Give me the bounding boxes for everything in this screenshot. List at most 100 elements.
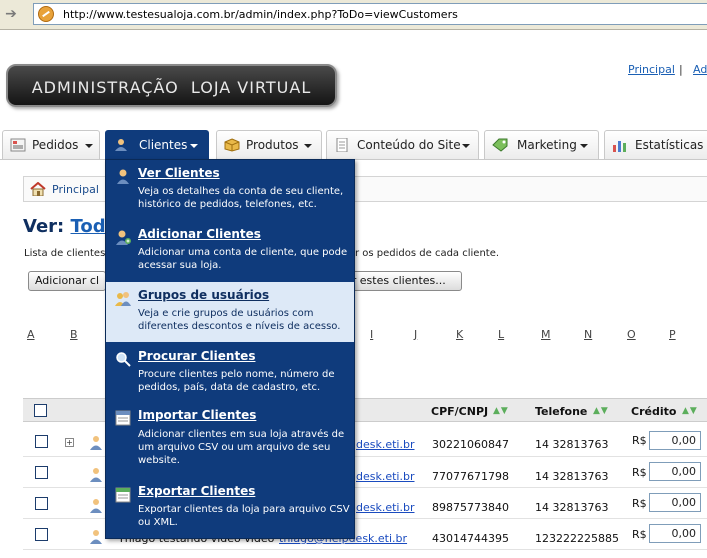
credit-input[interactable]: 0,00: [649, 462, 701, 481]
menu-item-importar-clientes[interactable]: Importar Clientes Adicionar clientes em …: [106, 404, 354, 478]
chevron-down-icon: [304, 144, 312, 148]
column-header-credit[interactable]: Crédito: [631, 405, 676, 418]
import-icon: [115, 410, 131, 426]
chevron-down-icon: [462, 144, 470, 148]
content-page-icon: [336, 138, 348, 152]
page-description-end: r os pedidos de cada cliente.: [355, 248, 500, 259]
chevron-down-icon: [580, 144, 588, 148]
customer-icon: [90, 468, 102, 482]
page-title: Ver: Todo: [23, 216, 118, 237]
row-checkbox[interactable]: [35, 435, 48, 448]
marketing-tag-icon: [492, 138, 508, 152]
credit-input[interactable]: 0,00: [649, 524, 701, 543]
tab-conteudo[interactable]: Conteúdo do Site: [326, 130, 479, 159]
tab-marketing-label: Marketing: [517, 138, 577, 152]
letter-filter-l[interactable]: L: [498, 328, 504, 341]
add-customer-button[interactable]: Adicionar cl: [28, 271, 106, 291]
menu-item-adicionar-clientes[interactable]: Adicionar Clientes Adicionar uma conta d…: [106, 221, 354, 281]
page-favicon-icon: [38, 6, 54, 22]
menu-item-description: Exportar clientes da loja para arquivo C…: [138, 504, 350, 528]
url-input[interactable]: http://www.testesualoja.com.br/admin/ind…: [33, 3, 707, 25]
tab-conteudo-label: Conteúdo do Site: [357, 138, 461, 152]
main-menu-bar: Pedidos Clientes Produtos Conteúdo do Si…: [0, 130, 707, 160]
tab-clientes-label: Clientes: [139, 138, 188, 152]
credit-input[interactable]: 0,00: [649, 493, 701, 512]
customer-phone: 14 32813763: [535, 501, 609, 514]
credit-input[interactable]: 0,00: [649, 431, 701, 450]
menu-item-procurar-clientes[interactable]: Procurar Clientes Procure clientes pelo …: [106, 343, 354, 403]
customer-icon: [90, 530, 102, 544]
tab-produtos-label: Produtos: [246, 138, 299, 152]
currency-label: R$: [632, 466, 647, 479]
chevron-down-icon: [190, 144, 198, 148]
orders-icon: [10, 138, 26, 152]
breadcrumb-home-link[interactable]: Principal: [52, 183, 99, 196]
column-header-cpf[interactable]: CPF/CNPJ: [431, 405, 488, 418]
sort-arrows-icon[interactable]: ▲▼: [682, 406, 698, 416]
tab-estatisticas-label: Estatísticas: [635, 138, 704, 152]
menu-item-title[interactable]: Adicionar Clientes: [138, 227, 261, 241]
menu-item-title[interactable]: Grupos de usuários: [138, 288, 269, 302]
select-all-checkbox[interactable]: [34, 404, 47, 417]
menu-item-description: Procure clientes pelo nome, número de pe…: [138, 369, 335, 393]
user-groups-icon: [115, 292, 131, 306]
customer-phone: 123222225885: [535, 532, 619, 545]
customers-icon: [115, 139, 127, 151]
browser-address-bar: ➔ http://www.testesualoja.com.br/admin/i…: [0, 0, 707, 30]
customer-email[interactable]: desk.eti.br: [356, 470, 415, 483]
menu-item-exportar-clientes[interactable]: Exportar Clientes Exportar clientes da l…: [106, 479, 354, 539]
letter-filter-j[interactable]: J: [414, 328, 417, 341]
letter-filter-o[interactable]: O: [627, 328, 636, 341]
menu-item-grupos-usuarios[interactable]: Grupos de usuários Veja e crie grupos de…: [106, 282, 354, 342]
tab-pedidos[interactable]: Pedidos: [2, 130, 100, 159]
menu-item-ver-clientes[interactable]: Ver Clientes Veja os detalhes da conta d…: [106, 160, 354, 220]
row-checkbox[interactable]: [35, 466, 48, 479]
header-admin-link[interactable]: Adi: [693, 63, 707, 76]
menu-item-title[interactable]: Procurar Clientes: [138, 349, 255, 363]
header-separator: |: [679, 63, 683, 76]
customer-email[interactable]: desk.eti.br: [356, 438, 415, 451]
tab-estatisticas[interactable]: Estatísticas: [604, 130, 707, 159]
view-customer-icon: [117, 169, 129, 184]
letter-filter-k[interactable]: K: [456, 328, 463, 341]
forward-arrow-icon[interactable]: ➔: [2, 5, 20, 23]
letter-filter-a[interactable]: A: [27, 328, 35, 341]
menu-item-title[interactable]: Ver Clientes: [138, 166, 220, 180]
letter-filter-m[interactable]: M: [541, 328, 551, 341]
export-icon: [115, 487, 131, 503]
menu-item-description: Veja e crie grupos de usuários com difer…: [138, 308, 341, 332]
customer-phone: 14 32813763: [535, 470, 609, 483]
tab-produtos[interactable]: Produtos: [216, 130, 322, 159]
customer-cpf: 43014744395: [432, 532, 509, 545]
menu-item-description: Adicionar clientes em sua loja através d…: [138, 429, 345, 466]
tab-pedidos-label: Pedidos: [32, 138, 79, 152]
tab-marketing[interactable]: Marketing: [484, 130, 599, 159]
expand-row-icon[interactable]: +: [65, 438, 74, 447]
url-text[interactable]: http://www.testesualoja.com.br/admin/ind…: [63, 8, 458, 21]
menu-item-title[interactable]: Importar Clientes: [138, 408, 256, 422]
customer-phone: 14 32813763: [535, 438, 609, 451]
header-home-link[interactable]: Principal: [628, 63, 675, 76]
letter-filter-i[interactable]: I: [370, 328, 373, 341]
letter-filter-n[interactable]: N: [584, 328, 592, 341]
row-checkbox[interactable]: [35, 497, 48, 510]
stats-chart-icon: [613, 141, 626, 152]
row-checkbox[interactable]: [35, 528, 48, 541]
sort-arrows-icon[interactable]: ▲▼: [493, 406, 509, 416]
add-customer-icon: [116, 230, 131, 245]
chevron-down-icon: [85, 144, 93, 148]
page-title-prefix: Ver:: [23, 216, 71, 237]
menu-item-description: Veja os detalhes da conta de seu cliente…: [138, 186, 344, 210]
clientes-dropdown-menu: Ver Clientes Veja os detalhes da conta d…: [105, 159, 355, 539]
menu-item-title[interactable]: Exportar Clientes: [138, 484, 255, 498]
customer-email[interactable]: desk.eti.br: [356, 501, 415, 514]
customer-cpf: 77077671798: [432, 470, 509, 483]
column-header-phone[interactable]: Telefone: [535, 405, 587, 418]
tab-clientes[interactable]: Clientes: [105, 130, 209, 159]
letter-filter-b[interactable]: B: [70, 328, 78, 341]
page-description: Lista de clientes: [24, 248, 106, 259]
letter-filter-p[interactable]: P: [669, 328, 676, 341]
sort-arrows-icon[interactable]: ▲▼: [593, 406, 609, 416]
currency-label: R$: [632, 434, 647, 447]
currency-label: R$: [632, 497, 647, 510]
